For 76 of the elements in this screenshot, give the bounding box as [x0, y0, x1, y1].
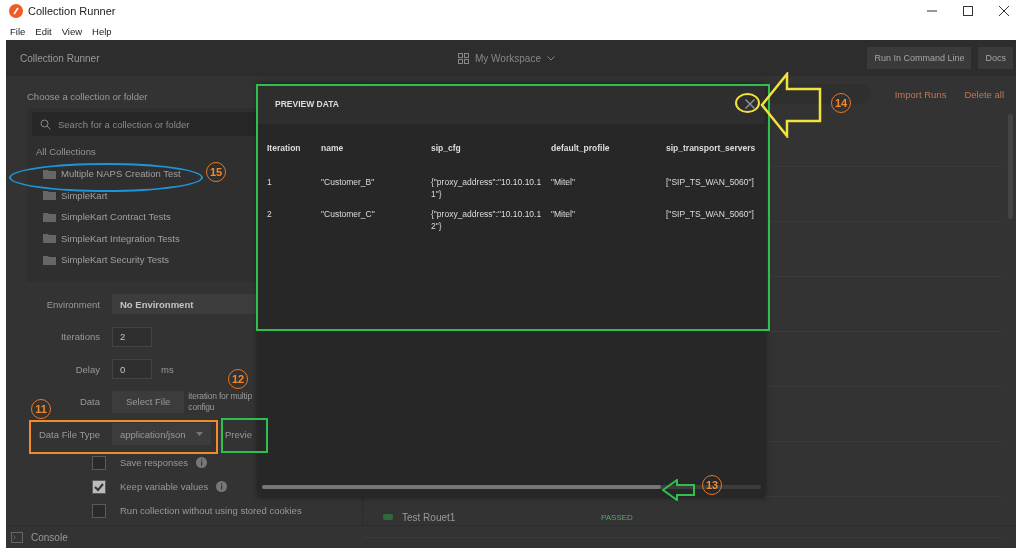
field-label: Environment: [45, 298, 100, 310]
folder-icon: [43, 190, 56, 200]
highlight-rectangle: [221, 418, 268, 453]
column-header: name: [321, 142, 345, 155]
app-logo-icon: [9, 4, 23, 18]
close-icon[interactable]: [998, 5, 1010, 17]
menu-item[interactable]: Help: [92, 25, 112, 37]
table-cell-text: 2: [267, 208, 273, 221]
field-label: Iterations: [59, 331, 100, 343]
menu-item[interactable]: File: [10, 25, 26, 37]
grid-icon: [458, 52, 469, 64]
option-label: Run collection without using stored cookies: [120, 505, 302, 516]
collection-item[interactable]: Multiple NAPS Creation Test: [43, 166, 181, 181]
table-cell-text: {"proxy_address":"10.10.10.12"}: [431, 208, 543, 233]
action-link[interactable]: Import Runs: [894, 88, 947, 100]
workspace-dropdown[interactable]: My Workspace: [458, 52, 555, 64]
checkbox[interactable]: [92, 455, 106, 470]
menu-item[interactable]: Edit: [35, 25, 52, 37]
table-cell-text: "Mitel": [551, 208, 576, 221]
window-title: Collection Runner: [28, 5, 116, 17]
collection-item[interactable]: SimpleKart Security Tests: [43, 252, 170, 267]
maximize-icon[interactable]: [962, 5, 974, 17]
table-cell-text: "Mitel": [551, 176, 576, 189]
unit-label: ms: [161, 363, 174, 375]
data-note: iteration for multip: [188, 390, 252, 402]
arrow-icon: [662, 479, 696, 501]
table-cell-text: ["SIP_TS_WAN_5060"]: [666, 176, 755, 189]
collection-item[interactable]: SimpleKart: [43, 188, 108, 202]
table-cell-text: {"proxy_address":"10.10.10.11"}: [431, 176, 543, 201]
arrow-icon: [760, 72, 822, 138]
checkbox[interactable]: [92, 479, 106, 494]
console-icon: [11, 531, 23, 543]
chevron-down-icon: [546, 55, 555, 61]
search-icon: [40, 119, 51, 130]
column-header: sip_cfg: [431, 142, 462, 155]
step-number: 15: [206, 162, 226, 182]
header-button[interactable]: Docs: [978, 47, 1013, 69]
page-title: Collection Runner: [20, 52, 100, 64]
folder-icon: [43, 233, 56, 243]
table-cell-text: "Customer_B": [321, 176, 376, 189]
column-header: sip_transport_servers: [666, 142, 757, 155]
highlight-ellipse: [735, 93, 760, 113]
preview-button[interactable]: Previe: [225, 428, 252, 440]
status-icon: [383, 514, 393, 520]
folder-icon: [43, 254, 56, 265]
checkbox[interactable]: [92, 503, 106, 518]
table-cell-text: ["SIP_TS_WAN_5060"]: [666, 208, 755, 221]
header-button[interactable]: Run In Command Line: [867, 47, 972, 69]
field-label: Data: [78, 396, 100, 408]
section-heading: Choose a collection or folder: [27, 91, 149, 102]
data-note: configu: [188, 401, 215, 413]
table-cell-text: 1: [267, 176, 273, 189]
run-name[interactable]: Test Rouet1: [402, 511, 592, 523]
file-type-dropdown[interactable]: application/json: [112, 423, 211, 446]
collection-item[interactable]: SimpleKart Integration Tests: [43, 231, 180, 245]
select-file-button[interactable]: Select File: [112, 390, 185, 413]
column-header: default_profile: [551, 142, 611, 155]
table-cell-text: "Customer_C": [321, 208, 376, 221]
console-button[interactable]: Console: [31, 531, 68, 543]
action-link[interactable]: Delete all: [964, 88, 1004, 100]
folder-icon: [43, 211, 56, 222]
iterations-field[interactable]: 2: [112, 326, 152, 347]
caret-icon: [196, 432, 203, 437]
folder-icon: [43, 168, 56, 179]
scrollbar-thumb[interactable]: [262, 485, 662, 489]
delay-field[interactable]: 0: [112, 359, 152, 380]
field-label: Data File Type: [37, 428, 100, 440]
dialog-title: PREVIEW DATA: [275, 99, 339, 109]
option-label: Keep variable values: [120, 481, 209, 492]
menu-item[interactable]: View: [61, 25, 83, 37]
option-label: Save responses: [120, 457, 189, 468]
group-label: All Collections: [35, 145, 97, 159]
column-header: Iteration: [267, 142, 302, 155]
status-label: PASSED: [601, 512, 633, 522]
collection-item[interactable]: SimpleKart Contract Tests: [43, 209, 171, 224]
field-label: Delay: [74, 363, 100, 375]
